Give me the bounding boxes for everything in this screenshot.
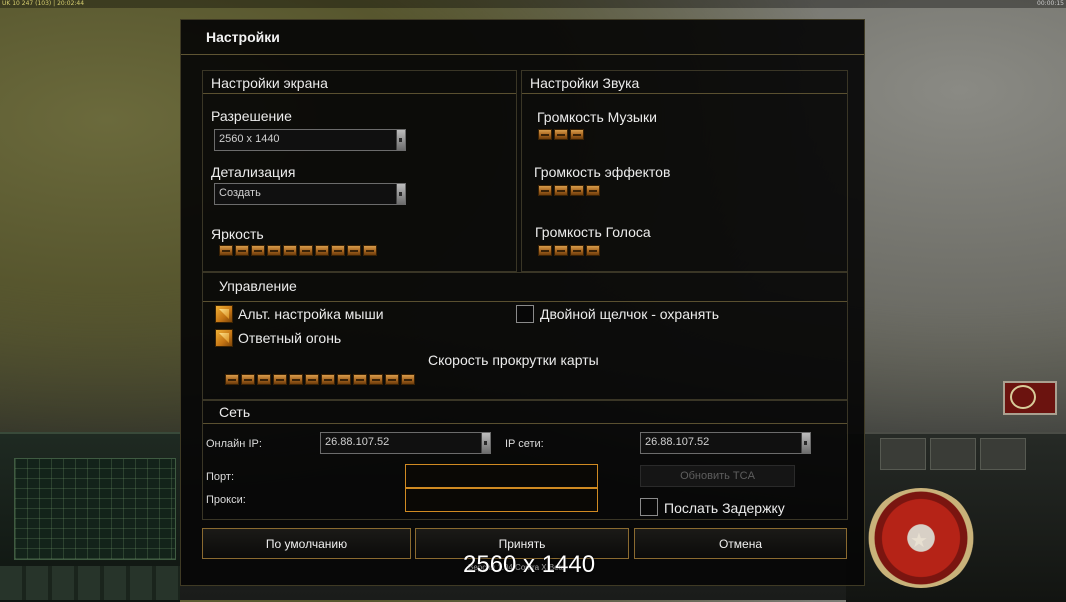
slider-segment: [299, 245, 313, 256]
slider-segment: [321, 374, 335, 385]
proxy-input[interactable]: [405, 488, 598, 512]
lan-ip-dropdown[interactable]: 26.88.107.52: [640, 432, 811, 454]
slider-segment: [363, 245, 377, 256]
cancel-button[interactable]: Отмена: [634, 528, 847, 559]
voice-volume-slider[interactable]: [538, 245, 600, 258]
detail-label: Детализация: [211, 164, 296, 180]
resolution-label: Разрешение: [211, 108, 292, 124]
title-divider: [181, 54, 864, 55]
game-status-bar: UK 10 247 (103) | 20:02:44 00:00:15: [0, 0, 1066, 8]
send-delay-label: Послать Задержку: [664, 500, 785, 516]
lan-ip-label: IP сети:: [505, 438, 544, 450]
detail-dropdown[interactable]: Создать: [214, 183, 406, 205]
slider-segment: [570, 129, 584, 140]
slider-segment: [554, 245, 568, 256]
slider-segment: [353, 374, 367, 385]
return-fire-checkbox[interactable]: [215, 329, 233, 347]
effects-volume-label: Громкость эффектов: [534, 164, 671, 180]
slider-segment: [586, 185, 600, 196]
voice-volume-label: Громкость Голоса: [535, 224, 651, 240]
slider-segment: [315, 245, 329, 256]
alt-mouse-label: Альт. настройка мыши: [238, 306, 384, 322]
double-click-guard-checkbox[interactable]: [516, 305, 534, 323]
hud-tab-tile: [880, 438, 926, 470]
lan-ip-value: 26.88.107.52: [645, 436, 710, 448]
slider-segment: [347, 245, 361, 256]
resolution-value: 2560 x 1440: [219, 133, 280, 145]
slider-segment: [305, 374, 319, 385]
detail-value: Создать: [219, 187, 261, 199]
slider-segment: [235, 245, 249, 256]
panel-header: Настройки экрана: [203, 71, 516, 94]
panel-header: Сеть: [203, 401, 847, 424]
slider-segment: [554, 185, 568, 196]
music-volume-label: Громкость Музыки: [537, 109, 657, 125]
panel-header: Управление: [203, 273, 847, 302]
music-volume-slider[interactable]: [538, 129, 584, 142]
status-clock: 00:00:15: [1037, 0, 1064, 7]
scroll-speed-label: Скорость прокрутки карты: [428, 352, 599, 368]
star-icon: ★: [910, 528, 928, 552]
slider-segment: [219, 245, 233, 256]
crosshair-icon: [1010, 385, 1036, 409]
double-click-guard-label: Двойной щелчок - охранять: [540, 306, 720, 322]
minimap: [14, 458, 176, 560]
alt-mouse-checkbox[interactable]: [215, 305, 233, 323]
hud-command-bar: [0, 566, 180, 600]
sound-settings-title: Настройки Звука: [530, 75, 640, 91]
send-delay-checkbox[interactable]: [640, 498, 658, 516]
scroll-arrow-icon[interactable]: [481, 433, 490, 453]
proxy-label: Прокси:: [206, 494, 246, 506]
slider-segment: [538, 129, 552, 140]
default-button[interactable]: По умолчанию: [202, 528, 411, 559]
online-ip-dropdown[interactable]: 26.88.107.52: [320, 432, 491, 454]
slider-segment: [251, 245, 265, 256]
slider-segment: [225, 374, 239, 385]
settings-dialog: Настройки Настройки экрана Разрешение 25…: [180, 19, 865, 586]
port-label: Порт:: [206, 471, 234, 483]
network-title: Сеть: [219, 404, 251, 420]
slider-segment: [385, 374, 399, 385]
slider-segment: [241, 374, 255, 385]
scroll-arrow-icon[interactable]: [396, 130, 405, 150]
slider-segment: [283, 245, 297, 256]
hud-tab-tile: [930, 438, 976, 470]
slider-segment: [538, 245, 552, 256]
dialog-title: Настройки: [206, 29, 280, 45]
slider-segment: [289, 374, 303, 385]
slider-segment: [401, 374, 415, 385]
panel-header: Настройки Звука: [522, 71, 847, 94]
resolution-dropdown[interactable]: 2560 x 1440: [214, 129, 406, 151]
scroll-arrow-icon[interactable]: [396, 184, 405, 204]
slider-segment: [538, 185, 552, 196]
slider-segment: [554, 129, 568, 140]
online-ip-value: 26.88.107.52: [325, 436, 390, 448]
update-tca-button[interactable]: Обновить TCA: [640, 465, 795, 487]
slider-segment: [257, 374, 271, 385]
hud-tab-tile: [980, 438, 1026, 470]
slider-segment: [337, 374, 351, 385]
slider-segment: [570, 185, 584, 196]
slider-segment: [267, 245, 281, 256]
online-ip-label: Онлайн IP:: [206, 438, 262, 450]
slider-segment: [570, 245, 584, 256]
screen-settings-title: Настройки экрана: [211, 75, 328, 91]
port-input[interactable]: [405, 464, 598, 488]
resolution-overlay-text: 2560 x 1440: [463, 551, 596, 578]
brightness-label: Яркость: [211, 226, 264, 242]
slider-segment: [369, 374, 383, 385]
controls-title: Управление: [219, 278, 297, 294]
scroll-arrow-icon[interactable]: [801, 433, 810, 453]
brightness-slider[interactable]: [219, 245, 377, 258]
slider-segment: [586, 245, 600, 256]
slider-segment: [273, 374, 287, 385]
effects-volume-slider[interactable]: [538, 185, 600, 198]
return-fire-label: Ответный огонь: [238, 330, 342, 346]
status-left-text: UK 10 247 (103) | 20:02:44: [2, 0, 85, 7]
scroll-speed-slider[interactable]: [225, 374, 415, 387]
slider-segment: [331, 245, 345, 256]
